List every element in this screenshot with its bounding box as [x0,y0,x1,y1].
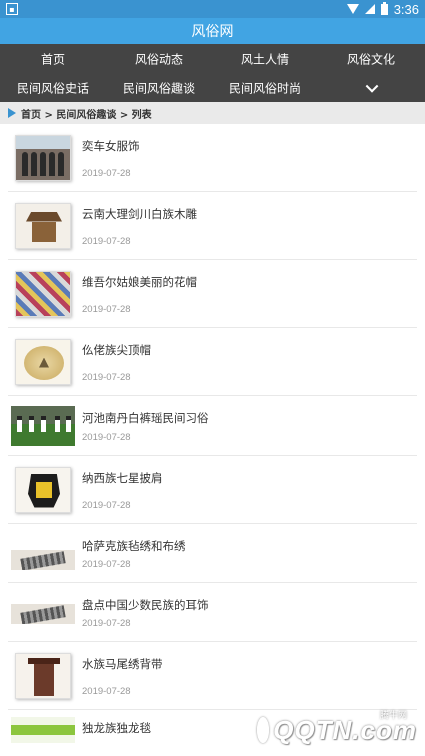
thumbnail-wrap [8,456,78,523]
list-item-title[interactable]: 仫佬族尖顶帽 [82,342,151,358]
list-item-title[interactable]: 水族马尾绣背带 [82,656,163,672]
list-item-title[interactable]: 纳西族七星披肩 [82,470,163,486]
notification-icon: ▪ [6,3,18,15]
nav-row-2: 民间风俗史话 民间风俗趣谈 民间风俗时尚 [0,73,425,102]
list-item[interactable]: 哈萨克族毡绣和布绣 2019-07-28 [8,524,417,583]
nav-item-anecdotes[interactable]: 民间风俗趣谈 [123,79,195,96]
nav-item-fashion[interactable]: 民间风俗时尚 [229,79,301,96]
site-watermark: 腾牛网 QQTN.com [257,708,417,752]
list-item-title[interactable]: 维吾尔姑娘美丽的花帽 [82,274,197,290]
list-item-date: 2019-07-28 [82,618,131,629]
thumbnail-image [15,652,71,699]
list-item-text: 纳西族七星披肩 2019-07-28 [78,456,417,523]
thumbnail-image [15,134,71,181]
nav-item-culture[interactable]: 风俗文化 [347,50,395,67]
nav-item-customs[interactable]: 风土人情 [241,50,289,67]
breadcrumb-text[interactable]: 首页 > 民间风俗趣谈 > 列表 [21,106,152,121]
list-item-title[interactable]: 哈萨克族毡绣和布绣 [82,538,186,554]
list-item-date: 2019-07-28 [82,372,131,383]
list-item-date: 2019-07-28 [82,432,131,443]
thumbnail-image [11,717,75,743]
nav-row-1: 首页 风俗动态 风土人情 风俗文化 [0,44,425,73]
list-item-text: 云南大理剑川白族木雕 2019-07-28 [78,192,417,259]
list-item-date: 2019-07-28 [82,500,131,511]
list-item-date: 2019-07-28 [82,236,131,247]
thumbnail-image [11,550,75,570]
thumbnail-image [11,604,75,624]
list-item[interactable]: 维吾尔姑娘美丽的花帽 2019-07-28 [8,260,417,328]
list-item-date: 2019-07-28 [82,559,131,570]
list-item[interactable]: 云南大理剑川白族木雕 2019-07-28 [8,192,417,260]
app-title-bar: 风俗网 [0,18,425,44]
list-item-text: 哈萨克族毡绣和布绣 2019-07-28 [78,524,417,582]
nav-item-news[interactable]: 风俗动态 [135,50,183,67]
app-title: 风俗网 [191,24,234,40]
list-item-text: 维吾尔姑娘美丽的花帽 2019-07-28 [78,260,417,327]
list-item-text: 仫佬族尖顶帽 2019-07-28 [78,328,417,395]
thumbnail-wrap [8,396,78,455]
thumbnail-wrap [8,583,78,641]
bull-logo-icon [257,717,270,743]
list-item-date: 2019-07-28 [82,168,131,179]
list-item-title[interactable]: 云南大理剑川白族木雕 [82,206,197,222]
list-item-text: 水族马尾绣背带 2019-07-28 [78,642,417,709]
breadcrumb: 首页 > 民间风俗趣谈 > 列表 [0,102,425,124]
list-item-text: 奕车女服饰 2019-07-28 [78,124,417,191]
list-item[interactable]: 奕车女服饰 2019-07-28 [8,124,417,192]
list-item-date: 2019-07-28 [82,686,131,697]
chevron-down-icon[interactable] [365,79,379,93]
category-nav: 首页 风俗动态 风土人情 风俗文化 民间风俗史话 民间风俗趣谈 民间风俗时尚 [0,44,425,102]
thumbnail-image [15,466,71,513]
thumbnail-image [11,405,75,446]
list-item[interactable]: 水族马尾绣背带 2019-07-28 [8,642,417,710]
status-bar: ▪ 3:36 [0,0,425,18]
status-time: 3:36 [393,1,419,17]
list-item-title[interactable]: 奕车女服饰 [82,138,140,154]
thumbnail-image [15,202,71,249]
list-item-title[interactable]: 河池南丹白裤瑶民间习俗 [82,410,209,426]
nav-item-history[interactable]: 民间风俗史话 [17,79,89,96]
thumbnail-wrap [8,642,78,709]
thumbnail-wrap [8,710,78,750]
play-arrow-icon [8,108,16,118]
thumbnail-wrap [8,328,78,395]
nav-item-home[interactable]: 首页 [41,50,65,67]
list-item-text: 盘点中国少数民族的耳饰 2019-07-28 [78,583,417,641]
list-item-title[interactable]: 独龙族独龙毯 [82,720,151,736]
status-icons: 3:36 [346,1,419,17]
list-item-date: 2019-07-28 [82,304,131,315]
thumbnail-wrap [8,124,78,191]
list-item[interactable]: 盘点中国少数民族的耳饰 2019-07-28 [8,583,417,642]
list-item-title[interactable]: 盘点中国少数民族的耳饰 [82,597,209,613]
wifi-icon [346,4,359,14]
signal-icon [364,4,375,14]
thumbnail-wrap [8,524,78,582]
thumbnail-image [15,270,71,317]
list-item[interactable]: 仫佬族尖顶帽 2019-07-28 [8,328,417,396]
thumbnail-image [15,338,71,385]
list-item[interactable]: 纳西族七星披肩 2019-07-28 [8,456,417,524]
watermark-small-text: 腾牛网 [379,711,407,721]
thumbnail-wrap [8,260,78,327]
list-item[interactable]: 河池南丹白裤瑶民间习俗 2019-07-28 [8,396,417,456]
thumbnail-wrap [8,192,78,259]
battery-icon [380,1,388,15]
list-item-text: 河池南丹白裤瑶民间习俗 2019-07-28 [78,396,417,455]
article-list: 奕车女服饰 2019-07-28 云南大理剑川白族木雕 2019-07-28 维… [0,124,425,750]
